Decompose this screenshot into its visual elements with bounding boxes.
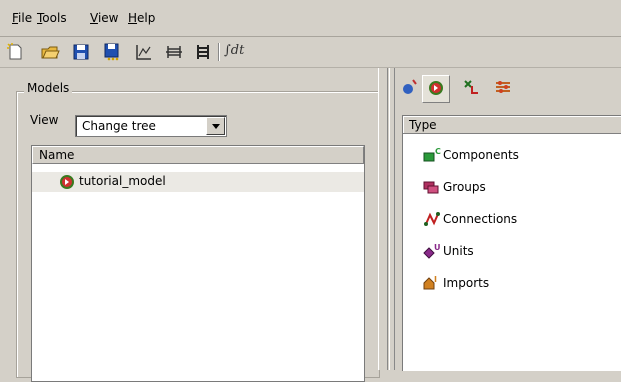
- models-tree[interactable]: Name tutorial_model: [31, 145, 365, 382]
- plot-icon[interactable]: [132, 40, 156, 64]
- chevron-down-icon[interactable]: [206, 117, 225, 135]
- menu-file[interactable]: File: [12, 11, 32, 25]
- view-select-value: Change tree: [82, 119, 156, 133]
- tab-settings[interactable]: [490, 75, 516, 101]
- imports-icon: I: [423, 275, 441, 294]
- units-label: Units: [443, 244, 474, 258]
- toolbar-separator: [218, 43, 220, 61]
- type-list-header[interactable]: Type: [403, 116, 621, 134]
- models-group-title: Models: [24, 81, 73, 95]
- components-icon: C: [423, 147, 441, 166]
- menu-tools[interactable]: Tools: [37, 11, 67, 25]
- save-all-icon[interactable]: [100, 40, 124, 64]
- connections-icon: [423, 211, 441, 230]
- connections-label: Connections: [443, 212, 518, 226]
- menu-file-rest: ile: [18, 11, 33, 25]
- menu-view[interactable]: View: [90, 11, 118, 25]
- groups-icon: [423, 179, 441, 198]
- tree-header-label: Name: [39, 148, 75, 162]
- components-label: Components: [443, 148, 519, 162]
- units-icon: U: [423, 243, 441, 262]
- menu-tools-rest: ools: [42, 11, 67, 25]
- view-select[interactable]: Change tree: [75, 115, 227, 137]
- type-header-label: Type: [409, 118, 437, 132]
- groups-label: Groups: [443, 180, 486, 194]
- svg-text:C: C: [435, 147, 441, 156]
- menu-help-rest: elp: [137, 11, 156, 25]
- svg-text:U: U: [434, 243, 441, 252]
- simulate-all-icon[interactable]: [191, 40, 215, 64]
- model-icon: [427, 79, 445, 100]
- variable-icon: [462, 78, 480, 99]
- pane-splitter[interactable]: [378, 68, 388, 370]
- tree-header-name[interactable]: Name: [32, 146, 364, 164]
- equation-icon[interactable]: ∫dt: [224, 43, 244, 58]
- type-list[interactable]: Type C Components Groups Connections U U…: [402, 115, 621, 371]
- menu-help-mnemonic: H: [128, 11, 138, 25]
- tree-item[interactable]: tutorial_model: [32, 172, 364, 192]
- class-icon: [401, 78, 419, 99]
- simulate-icon[interactable]: [162, 40, 186, 64]
- save-icon[interactable]: [69, 40, 93, 64]
- tab-model[interactable]: [422, 75, 450, 103]
- tab-variable[interactable]: [458, 75, 484, 101]
- new-icon[interactable]: [3, 40, 27, 64]
- imports-label: Imports: [443, 276, 490, 290]
- open-icon[interactable]: [38, 40, 62, 64]
- view-label: View: [30, 113, 59, 127]
- settings-icon: [494, 78, 512, 99]
- model-icon: [59, 174, 75, 193]
- menu-view-rest: iew: [97, 11, 119, 25]
- toolbar: ∫dt: [0, 37, 621, 68]
- tree-item-label: tutorial_model: [79, 174, 166, 188]
- menu-help[interactable]: Help: [128, 11, 155, 25]
- menu-bar: File Tools View Help: [0, 0, 621, 37]
- menu-view-mnemonic: V: [90, 11, 98, 25]
- tab-class[interactable]: [397, 75, 423, 101]
- svg-text:I: I: [434, 275, 437, 284]
